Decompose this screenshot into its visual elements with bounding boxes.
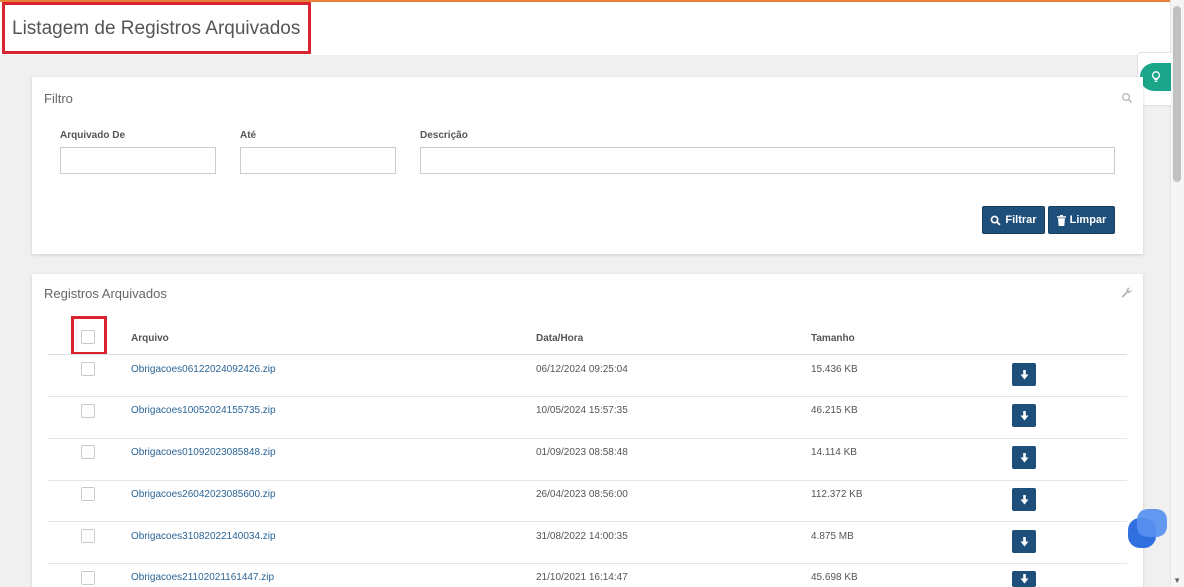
download-button[interactable] — [1012, 363, 1036, 386]
wrench-icon[interactable] — [1121, 287, 1133, 299]
download-icon — [1020, 369, 1028, 379]
download-icon — [1020, 536, 1028, 546]
hint-button[interactable] — [1140, 63, 1171, 91]
file-link[interactable]: Obrigacoes10052024155735.zip — [131, 405, 276, 416]
download-button[interactable] — [1012, 446, 1036, 469]
row-datetime: 21/10/2021 16:14:47 — [536, 572, 628, 583]
description-input[interactable] — [420, 147, 1115, 174]
download-button[interactable] — [1012, 571, 1036, 587]
file-link[interactable]: Obrigacoes31082022140034.zip — [131, 531, 276, 542]
row-divider — [48, 480, 1127, 481]
filter-button[interactable]: Filtrar — [982, 206, 1045, 234]
file-link[interactable]: Obrigacoes06122024092426.zip — [131, 364, 276, 375]
search-icon[interactable] — [1121, 92, 1133, 104]
row-checkbox[interactable] — [81, 445, 95, 459]
row-datetime: 26/04/2023 08:56:00 — [536, 489, 628, 500]
scrollbar-thumb[interactable] — [1173, 6, 1181, 182]
row-size: 46.215 KB — [811, 405, 858, 416]
column-header-file[interactable]: Arquivo — [131, 333, 169, 344]
select-all-highlight-box — [71, 316, 107, 355]
archived-from-input[interactable] — [60, 147, 216, 174]
row-datetime: 31/08/2022 14:00:35 — [536, 531, 628, 542]
filter-panel-title: Filtro — [44, 91, 73, 106]
description-label: Descrição — [420, 130, 468, 141]
file-link[interactable]: Obrigacoes01092023085848.zip — [131, 447, 276, 458]
scroll-down-icon[interactable]: ▼ — [1173, 576, 1181, 585]
scrollbar[interactable]: ▼ — [1170, 0, 1184, 587]
filter-button-label: Filtrar — [1005, 214, 1037, 226]
row-size: 14.114 KB — [811, 447, 857, 458]
row-size: 45.698 KB — [811, 572, 858, 583]
clear-button[interactable]: Limpar — [1048, 206, 1115, 234]
search-icon — [991, 215, 1001, 226]
row-size: 15.436 KB — [811, 364, 858, 375]
lightbulb-icon — [1151, 71, 1160, 82]
row-checkbox[interactable] — [81, 571, 95, 585]
clear-button-label: Limpar — [1069, 214, 1107, 226]
row-datetime: 06/12/2024 09:25:04 — [536, 364, 628, 375]
row-divider — [48, 563, 1127, 564]
row-checkbox[interactable] — [81, 404, 95, 418]
column-header-size[interactable]: Tamanho — [811, 333, 855, 344]
row-divider — [48, 438, 1127, 439]
filter-panel: Filtro Arquivado De Até Descrição Filtra… — [32, 77, 1143, 254]
download-button[interactable] — [1012, 488, 1036, 511]
until-input[interactable] — [240, 147, 396, 174]
file-link[interactable]: Obrigacoes21102021161447.zip — [131, 572, 274, 583]
row-checkbox[interactable] — [81, 487, 95, 501]
table-header-divider — [48, 354, 1127, 355]
records-panel-title: Registros Arquivados — [44, 286, 167, 301]
row-divider — [48, 521, 1127, 522]
row-size: 112.372 KB — [811, 489, 863, 500]
download-icon — [1020, 410, 1028, 420]
row-checkbox[interactable] — [81, 529, 95, 543]
row-datetime: 10/05/2024 15:57:35 — [536, 405, 628, 416]
download-icon — [1020, 452, 1028, 462]
download-icon — [1020, 494, 1028, 504]
chat-icon[interactable] — [1128, 509, 1168, 549]
until-label: Até — [240, 130, 257, 141]
row-divider — [48, 396, 1127, 397]
title-highlight-box — [2, 2, 311, 54]
file-link[interactable]: Obrigacoes26042023085600.zip — [131, 489, 276, 500]
row-datetime: 01/09/2023 08:58:48 — [536, 447, 628, 458]
row-checkbox[interactable] — [81, 362, 95, 376]
row-size: 4.875 MB — [811, 531, 854, 542]
column-header-datetime[interactable]: Data/Hora — [536, 333, 583, 344]
archived-from-label: Arquivado De — [60, 130, 126, 141]
download-icon — [1020, 574, 1028, 584]
download-button[interactable] — [1012, 530, 1036, 553]
download-button[interactable] — [1012, 404, 1036, 427]
trash-icon — [1056, 214, 1066, 226]
